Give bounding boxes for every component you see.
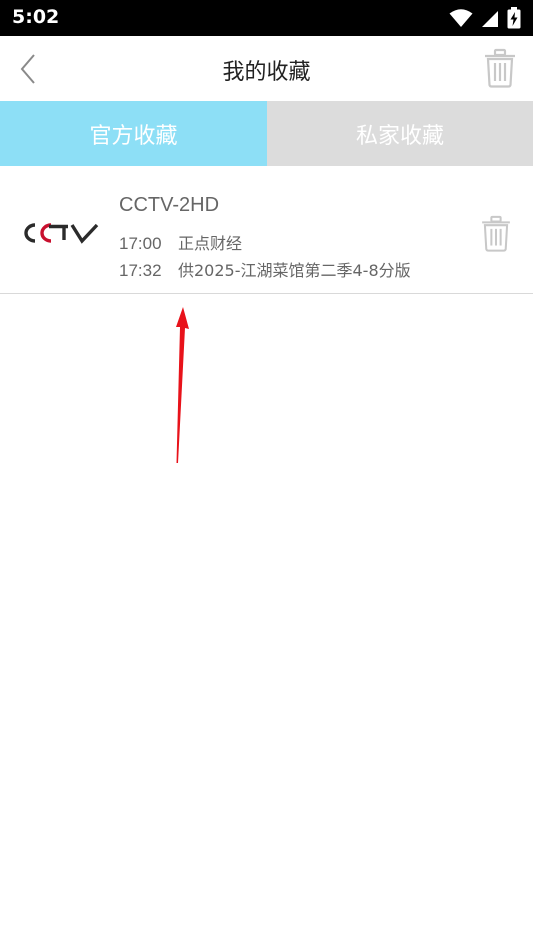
favorite-channel-item[interactable]: CCTV-2HD 17:00 正点财经 17:32 供2025-江湖菜馆第二季4-8…	[0, 166, 533, 294]
program-name: 正点财经	[178, 234, 243, 253]
delete-favorite-button[interactable]	[480, 215, 512, 252]
tab-official-favorites[interactable]: 官方收藏	[0, 101, 267, 166]
annotation-arrow-icon	[176, 307, 189, 463]
status-bar: 5:02	[0, 0, 533, 36]
trash-icon	[482, 215, 510, 252]
page-title: 我的收藏	[222, 60, 311, 85]
battery-charging-icon	[507, 7, 521, 29]
title-bar: 我的收藏	[0, 36, 533, 101]
favorites-tabs: 官方收藏 私家收藏	[0, 101, 533, 166]
program-time: 17:00	[119, 234, 162, 253]
program-name: 供2025-江湖菜馆第二季4-8分版	[178, 257, 432, 281]
program-name-text: 供2025-江湖菜馆第二季4-8分版	[178, 261, 411, 280]
channel-name: CCTV-2HD	[119, 194, 220, 216]
cctv-logo	[20, 218, 100, 248]
status-icons	[449, 6, 521, 30]
signal-icon	[482, 11, 498, 27]
program-row: 17:32 供2025-江湖菜馆第二季4-8分版	[119, 257, 432, 281]
wifi-icon	[449, 9, 473, 27]
program-row: 17:00 正点财经	[119, 230, 432, 254]
tab-private-favorites[interactable]: 私家收藏	[267, 101, 533, 166]
delete-all-button[interactable]	[483, 48, 517, 88]
trash-icon	[485, 48, 515, 88]
status-time: 5:02	[12, 6, 60, 28]
program-time: 17:32	[119, 261, 162, 280]
